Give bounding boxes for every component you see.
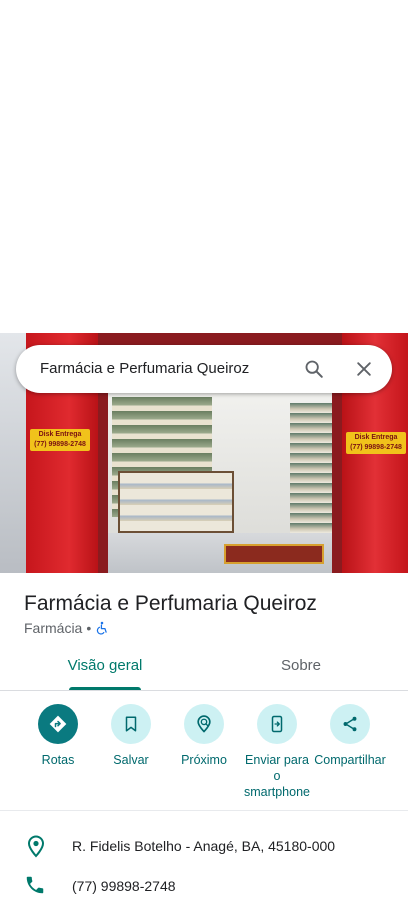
map-blank-area bbox=[0, 0, 408, 333]
sign-text: Disk Entrega bbox=[38, 431, 82, 438]
close-icon[interactable] bbox=[350, 355, 378, 383]
wheelchair-icon bbox=[95, 621, 109, 635]
phone-text: (77) 99898-2748 bbox=[72, 878, 176, 894]
search-icon[interactable] bbox=[300, 355, 328, 383]
tab-about[interactable]: Sobre bbox=[250, 645, 352, 690]
sign-text: Disk Entrega bbox=[354, 434, 398, 441]
send-to-phone-button[interactable]: Enviar para o smartphone bbox=[237, 704, 317, 800]
place-title: Farmácia e Perfumaria Queiroz bbox=[24, 592, 317, 615]
sign-phone: (77) 99898-2748 bbox=[34, 441, 86, 448]
share-icon bbox=[330, 704, 370, 744]
send-to-phone-icon bbox=[257, 704, 297, 744]
place-category: Farmácia bbox=[24, 620, 83, 636]
location-pin-icon bbox=[24, 834, 48, 858]
tab-label: Visão geral bbox=[67, 657, 143, 674]
directions-icon bbox=[38, 704, 78, 744]
address-text: R. Fidelis Botelho - Anagé, BA, 45180-00… bbox=[72, 838, 336, 854]
action-label: Compartilhar bbox=[314, 753, 386, 767]
save-button[interactable]: Salvar bbox=[91, 704, 171, 768]
search-query[interactable]: Farmácia e Perfumaria Queiroz bbox=[40, 359, 249, 379]
place-category-row: Farmácia • bbox=[24, 619, 109, 637]
address-row[interactable]: R. Fidelis Botelho - Anagé, BA, 45180-00… bbox=[0, 826, 408, 866]
share-button[interactable]: Compartilhar bbox=[310, 704, 390, 768]
tab-active-indicator bbox=[69, 687, 141, 690]
nearby-icon bbox=[184, 704, 224, 744]
photo-shelf bbox=[290, 403, 332, 543]
tab-overview[interactable]: Visão geral bbox=[54, 645, 156, 690]
phone-row[interactable]: (77) 99898-2748 bbox=[0, 866, 408, 906]
action-label: Rotas bbox=[41, 753, 75, 767]
action-label: Próximo bbox=[181, 753, 227, 767]
divider bbox=[0, 810, 408, 811]
tab-bar: Visão geral Sobre bbox=[0, 645, 408, 691]
delivery-sign: Disk Entrega (77) 99898-2748 bbox=[30, 429, 90, 451]
nearby-button[interactable]: Próximo bbox=[164, 704, 244, 768]
phone-icon bbox=[24, 874, 48, 898]
action-label: Enviar para o smartphone bbox=[243, 753, 310, 799]
tab-label: Sobre bbox=[280, 657, 322, 674]
bookmark-icon bbox=[111, 704, 151, 744]
action-label: Salvar bbox=[113, 753, 149, 767]
directions-button[interactable]: Rotas bbox=[18, 704, 98, 768]
photo-doormat bbox=[224, 544, 324, 564]
sign-phone: (77) 99898-2748 bbox=[350, 444, 402, 451]
photo-counter bbox=[118, 471, 234, 533]
separator: • bbox=[86, 620, 92, 636]
delivery-sign: Disk Entrega (77) 99898-2748 bbox=[346, 432, 406, 454]
search-bar[interactable]: Farmácia e Perfumaria Queiroz bbox=[16, 345, 392, 393]
